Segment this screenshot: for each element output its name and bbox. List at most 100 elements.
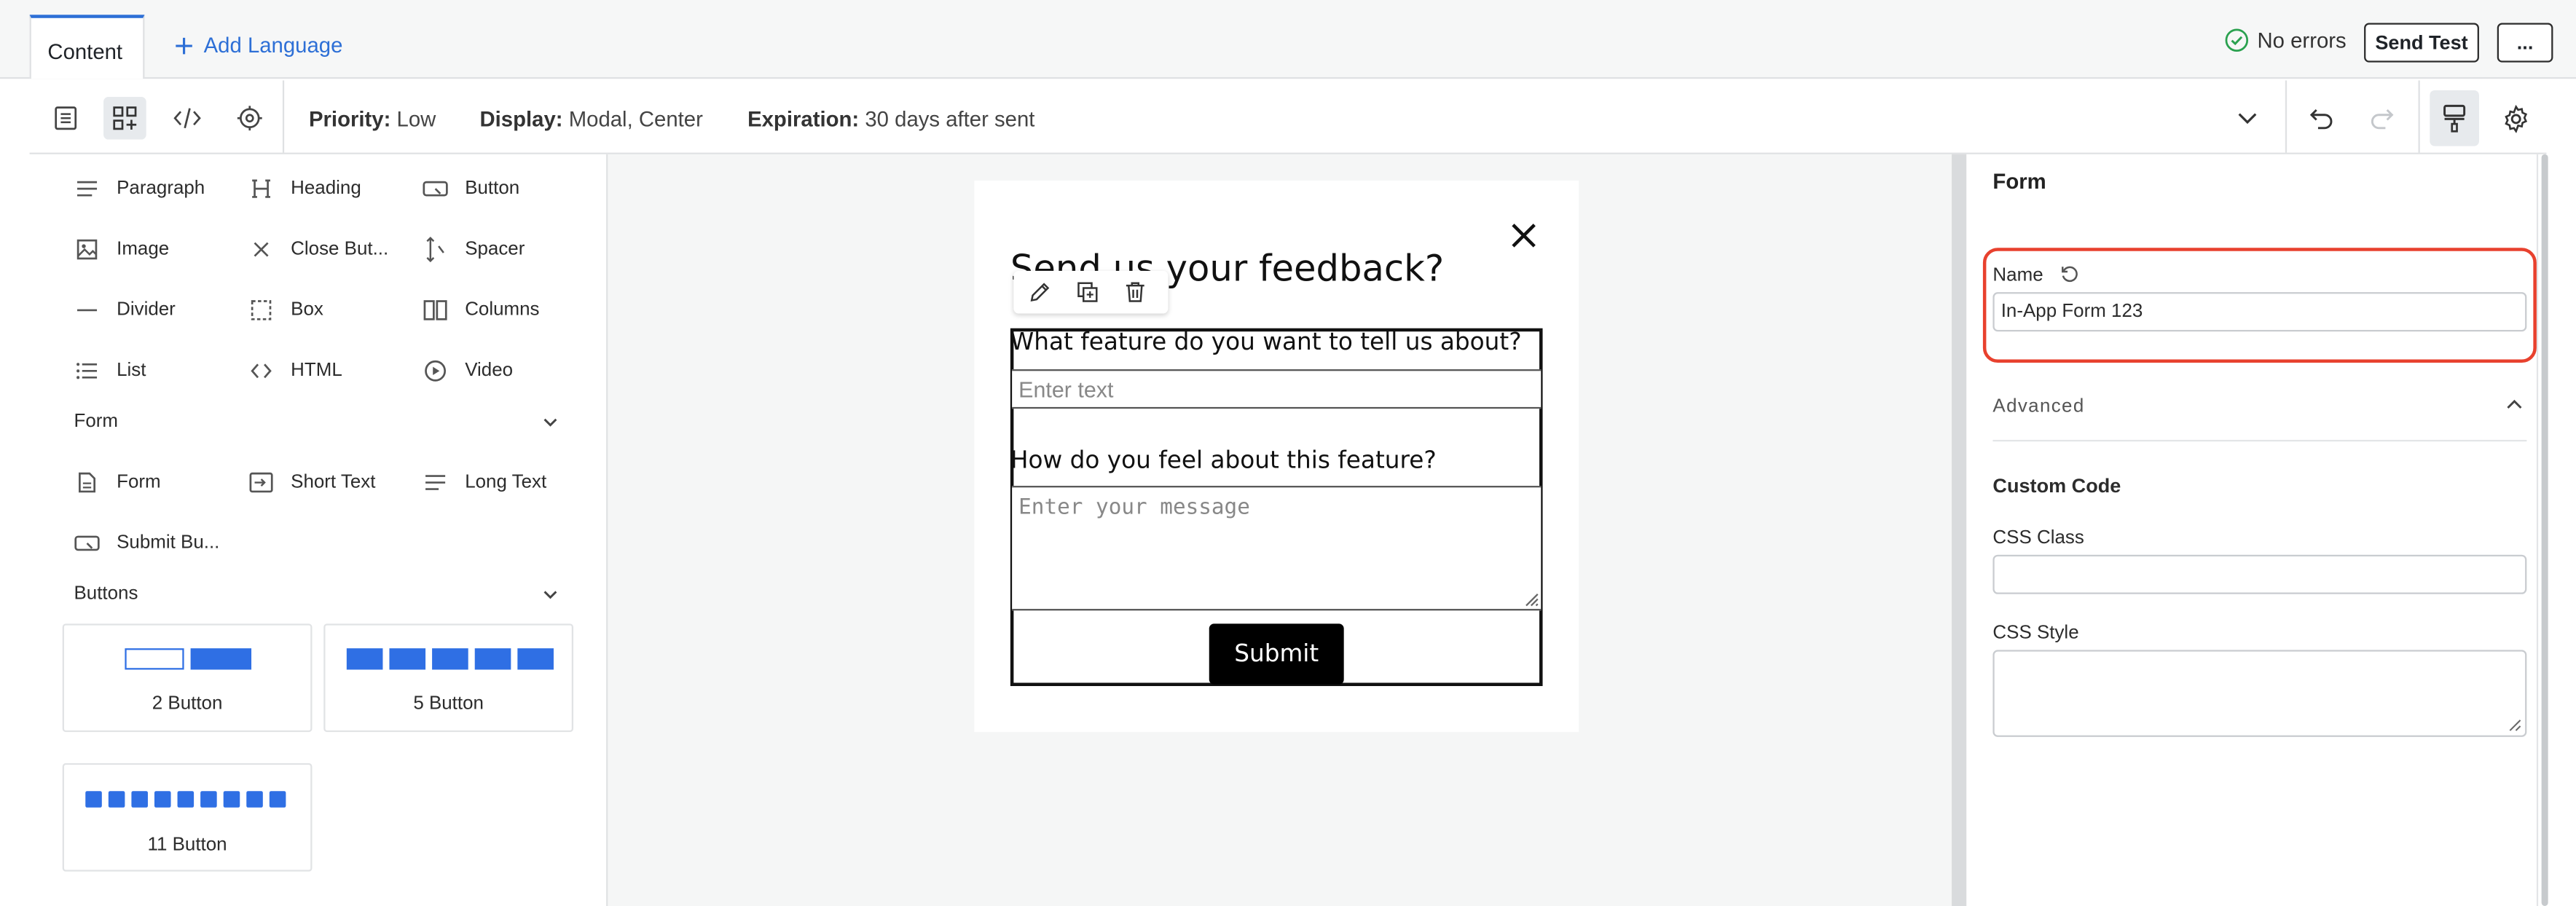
chevron-up-icon[interactable] (2505, 395, 2524, 414)
button-preview (432, 648, 468, 670)
display-info: Display: Modal, Center (479, 106, 703, 132)
toolbar-divider (2418, 80, 2420, 153)
form-section-title: Form (74, 411, 119, 432)
top-bar (0, 0, 2576, 79)
block-divider[interactable]: Divider (72, 296, 176, 326)
block-heading[interactable]: Heading (246, 174, 361, 204)
long-text-icon (420, 468, 450, 497)
css-class-label: CSS Class (1992, 528, 2084, 548)
card-label: 2 Button (152, 694, 223, 714)
block-button[interactable]: Button (420, 174, 519, 204)
chevron-down-icon[interactable] (542, 586, 559, 603)
expiration-info: Expiration: 30 days after sent (747, 106, 1035, 132)
duplicate-icon[interactable] (1076, 280, 1099, 304)
css-class-input[interactable] (1992, 554, 2527, 594)
paint-roller-icon[interactable] (2430, 90, 2479, 146)
code-view-icon[interactable] (166, 97, 209, 140)
short-text-icon (246, 468, 276, 497)
tab-content-label: Content (47, 39, 123, 64)
tab-content[interactable]: Content (29, 15, 145, 79)
scrollbar-thumb[interactable] (2541, 154, 2548, 906)
button-preview (474, 648, 511, 670)
block-paragraph[interactable]: Paragraph (72, 174, 205, 204)
box-icon (246, 296, 276, 326)
reset-icon[interactable] (2060, 264, 2080, 284)
block-short-text[interactable]: Short Text (246, 468, 375, 497)
paragraph-icon (72, 174, 102, 204)
button-template-11[interactable]: 11 Button (62, 763, 313, 872)
block-video[interactable]: Video (420, 356, 513, 386)
button-preview (125, 648, 184, 670)
block-box[interactable]: Box (246, 296, 323, 326)
toolbar-divider (282, 80, 285, 153)
status-text: No errors (2257, 28, 2347, 53)
more-button[interactable]: ... (2497, 23, 2553, 63)
block-form[interactable]: Form (72, 468, 161, 497)
button-icon (420, 174, 450, 204)
heading-icon (246, 174, 276, 204)
textarea-placeholder: Enter your message (1018, 495, 1250, 521)
button-template-5[interactable]: 5 Button (323, 623, 574, 733)
resize-handle-icon[interactable] (1523, 591, 1539, 607)
button-preview (223, 791, 240, 808)
priority-info: Priority: Low (308, 106, 436, 132)
validation-status: No errors (2224, 28, 2347, 53)
panel-resizer[interactable] (1952, 154, 1967, 906)
close-icon (246, 235, 276, 264)
resize-handle-icon[interactable] (2507, 717, 2521, 732)
spacer-icon (420, 235, 450, 264)
document-view-icon[interactable] (44, 97, 87, 140)
name-label: Name (1992, 266, 2043, 286)
block-spacer[interactable]: Spacer (420, 235, 525, 264)
text-input-preview[interactable]: Enter text (1012, 369, 1542, 409)
css-style-textarea[interactable] (1992, 650, 2527, 737)
block-submit-button[interactable]: Submit Bu... (72, 529, 219, 559)
chevron-down-icon[interactable] (542, 414, 559, 430)
section-divider (1992, 439, 2527, 442)
button-preview (389, 648, 426, 670)
advanced-label[interactable]: Advanced (1992, 397, 2084, 417)
target-icon[interactable] (228, 97, 271, 140)
button-template-2[interactable]: 2 Button (62, 623, 313, 733)
blocks-view-icon[interactable] (103, 96, 146, 140)
scrollbar[interactable] (2536, 154, 2576, 906)
submit-button-icon (72, 529, 102, 559)
card-label: 11 Button (147, 835, 227, 856)
trash-icon[interactable] (1123, 280, 1147, 304)
block-long-text[interactable]: Long Text (420, 468, 546, 497)
close-icon[interactable] (1508, 220, 1539, 251)
buttons-section-title: Buttons (74, 584, 138, 604)
pencil-icon[interactable] (1029, 280, 1052, 304)
image-icon (72, 235, 102, 264)
button-preview (190, 648, 252, 670)
button-preview (85, 791, 102, 808)
question-2: How do you feel about this feature? (1010, 448, 1437, 475)
block-close-button[interactable]: Close But... (246, 235, 388, 264)
redo-icon[interactable] (2361, 97, 2404, 140)
send-test-button[interactable]: Send Test (2364, 23, 2479, 63)
block-html[interactable]: HTML (246, 356, 342, 386)
add-language-button[interactable]: Add Language (174, 33, 342, 58)
plus-icon (174, 35, 194, 55)
chevron-down-icon[interactable] (2226, 97, 2269, 140)
video-icon (420, 356, 450, 386)
textarea-preview[interactable]: Enter your message (1012, 486, 1542, 611)
name-input-value: In-App Form 123 (2000, 302, 2143, 322)
panel-title: Form (1992, 169, 2046, 194)
button-preview (269, 791, 286, 808)
block-columns[interactable]: Columns (420, 296, 540, 326)
name-input[interactable]: In-App Form 123 (1992, 292, 2527, 332)
form-icon (72, 468, 102, 497)
custom-code-heading: Custom Code (1992, 474, 2121, 497)
button-preview (131, 791, 148, 808)
block-list[interactable]: List (72, 356, 146, 386)
submit-button-preview[interactable]: Submit (1209, 623, 1344, 685)
add-language-label: Add Language (203, 33, 343, 58)
check-circle-icon (2224, 28, 2249, 52)
undo-icon[interactable] (2300, 97, 2343, 140)
divider-icon (72, 296, 102, 326)
button-preview (200, 791, 217, 808)
block-image[interactable]: Image (72, 235, 169, 264)
gear-icon[interactable] (2494, 97, 2537, 140)
card-label: 5 Button (413, 694, 484, 714)
